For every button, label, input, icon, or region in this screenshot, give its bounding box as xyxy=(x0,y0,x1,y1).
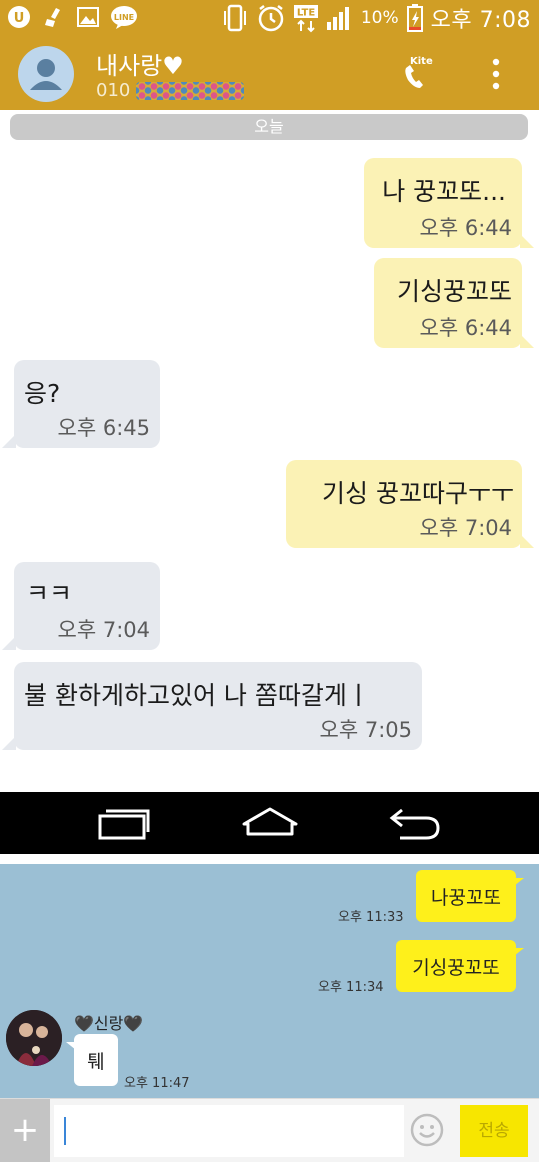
message-list[interactable]: 오늘 나 꿍꼬또... 오후 6:44 기싱꿍꼬또 오후 6:44 응? 오후 … xyxy=(0,110,539,762)
sent-message-bubble[interactable]: 기싱꿍꼬또 xyxy=(396,940,524,992)
back-icon[interactable] xyxy=(386,804,442,842)
call-button[interactable]: Kite xyxy=(398,54,434,94)
sent-message-bubble[interactable]: 기싱 꿍꼬따구ㅜㅜ 오후 7:04 xyxy=(286,460,534,548)
signal-icon xyxy=(326,4,354,32)
vibrate-icon xyxy=(221,3,249,33)
phone-icon xyxy=(405,65,423,88)
message-text: 응? xyxy=(24,379,61,408)
image-icon xyxy=(76,5,100,29)
emoticon-button[interactable] xyxy=(410,1113,444,1147)
alarm-icon xyxy=(256,3,286,33)
contact-name: 내사랑♥ xyxy=(96,52,184,80)
battery-charging-icon xyxy=(406,3,424,33)
message-text: 나 꿍꼬또... xyxy=(382,177,506,206)
clock: 오후 7:08 xyxy=(430,8,531,33)
recent-apps-icon[interactable] xyxy=(96,804,152,842)
battery-percent: 10% xyxy=(360,8,399,28)
sender-avatar[interactable] xyxy=(6,1010,62,1066)
sender-name: 🖤신랑🖤 xyxy=(74,1014,144,1033)
navigation-bar xyxy=(0,792,539,854)
lte-label: LTE xyxy=(297,8,316,19)
sent-message-bubble[interactable]: 나 꿍꼬또... 오후 6:44 xyxy=(364,158,534,248)
message-text: 기싱꿍꼬또 xyxy=(396,277,512,306)
u-plus-icon: U xyxy=(6,4,32,30)
message-text: 불 환하게하고있어 나 쫌따갈게ㅣ xyxy=(24,681,370,710)
more-vert-icon xyxy=(492,58,500,90)
contact-avatar[interactable] xyxy=(18,46,74,102)
message-input[interactable] xyxy=(54,1105,404,1157)
message-time: 오후 6:44 xyxy=(419,316,512,340)
message-text: 기싱꿍꼬또 xyxy=(412,956,500,979)
smiley-icon xyxy=(410,1113,444,1147)
contact-number: 010 xyxy=(96,80,131,101)
status-bar: U LINE LTE 10% 오후 7:08 xyxy=(0,0,539,38)
message-time: 오후 7:05 xyxy=(319,718,412,742)
received-message-bubble[interactable]: ㅋㅋ 오후 7:04 xyxy=(2,562,160,650)
redaction-mask xyxy=(136,82,244,100)
sent-message-bubble[interactable]: 나꿍꼬또 xyxy=(416,870,524,922)
overflow-menu-button[interactable] xyxy=(486,54,506,94)
send-button[interactable]: 전송 xyxy=(460,1105,528,1157)
date-divider: 오늘 xyxy=(10,114,528,140)
message-text: 퉤 xyxy=(87,1050,105,1073)
broom-icon xyxy=(42,5,66,29)
person-icon xyxy=(30,59,62,90)
svg-text:U: U xyxy=(14,11,25,26)
message-time: 오후 11:47 xyxy=(124,1076,190,1091)
text-cursor xyxy=(64,1117,66,1145)
message-text: 나꿍꼬또 xyxy=(431,886,501,909)
message-text: ㅋㅋ xyxy=(26,579,73,608)
sent-message-bubble[interactable]: 기싱꿍꼬또 오후 6:44 xyxy=(374,258,534,348)
message-time: 오후 7:04 xyxy=(57,618,150,642)
profile-photo-icon xyxy=(6,1010,62,1066)
home-icon[interactable] xyxy=(240,804,300,842)
message-time: 오후 7:04 xyxy=(419,516,512,540)
received-message-bubble[interactable]: 응? 오후 6:45 xyxy=(2,360,160,448)
message-time: 오후 11:33 xyxy=(338,910,404,925)
line-app-icon: LINE xyxy=(110,4,138,30)
received-message-bubble[interactable]: 불 환하게하고있어 나 쫌따갈게ㅣ 오후 7:05 xyxy=(2,662,422,750)
message-input-bar: + 전송 xyxy=(0,1098,539,1162)
svg-text:LINE: LINE xyxy=(114,13,134,22)
message-time: 오후 6:45 xyxy=(57,416,150,440)
attach-plus-button[interactable]: + xyxy=(0,1099,50,1162)
message-text: 기싱 꿍꼬따구ㅜㅜ xyxy=(322,479,514,508)
chat-header: 내사랑♥ 010 Kite xyxy=(0,38,539,110)
received-message-bubble[interactable]: 퉤 xyxy=(66,1034,118,1086)
message-time: 오후 11:34 xyxy=(318,980,384,995)
message-time: 오후 6:44 xyxy=(419,216,512,240)
call-badge: Kite xyxy=(410,56,433,67)
lte-icon: LTE xyxy=(293,3,319,33)
